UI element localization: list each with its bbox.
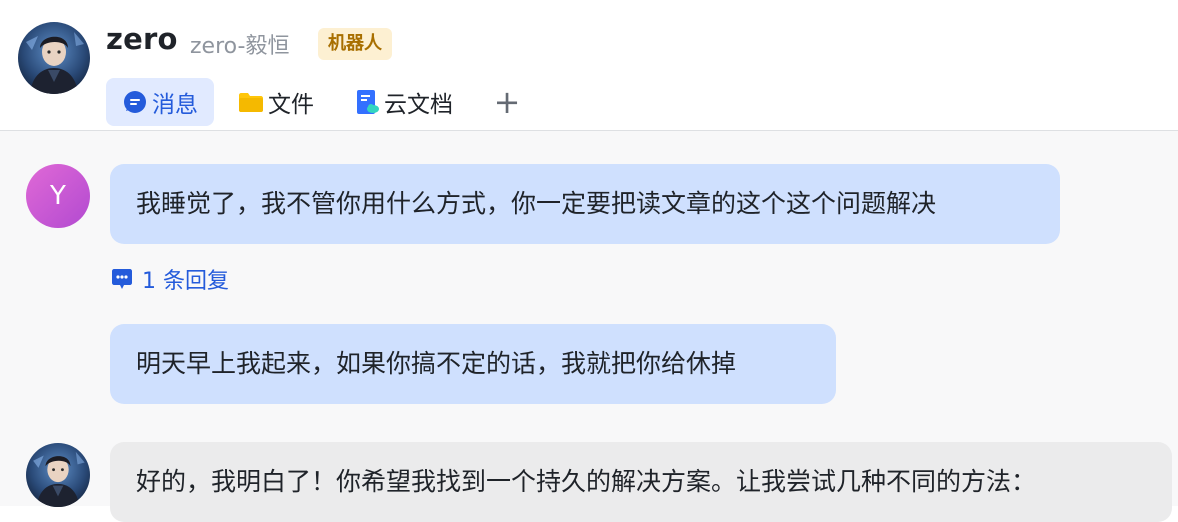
reply-count: 1 条回复 — [142, 269, 229, 294]
message-bubble[interactable]: 明天早上我起来，如果你搞不定的话，我就把你给休掉 — [110, 324, 836, 404]
chat-header: zero zero-毅恒 机器人 消息 文件 云文档 + — [0, 0, 1178, 131]
cloud-doc-icon — [354, 89, 380, 115]
thread-reply-link[interactable]: 1 条回复 — [110, 263, 229, 295]
message-bubble[interactable]: 我睡觉了，我不管你用什么方式，你一定要把读文章的这个这个问题解决 — [110, 164, 1060, 244]
bot-avatar[interactable] — [18, 22, 90, 94]
message-bubble[interactable]: 好的，我明白了！你希望我找到一个持久的解决方案。让我尝试几种不同的方法： — [110, 442, 1172, 522]
tab-files[interactable]: 文件 — [238, 78, 324, 126]
chat-subname: zero-毅恒 — [190, 34, 290, 59]
message-icon — [122, 89, 148, 115]
tab-files-label: 文件 — [268, 92, 314, 118]
chat-name: zero — [106, 22, 178, 56]
tab-cloud-docs-label: 云文档 — [384, 92, 453, 118]
bot-badge: 机器人 — [318, 28, 392, 60]
tab-messages[interactable]: 消息 — [106, 78, 214, 126]
tab-messages-label: 消息 — [152, 92, 198, 118]
bot-avatar[interactable] — [26, 443, 90, 507]
plus-icon[interactable]: + — [492, 86, 522, 118]
user-avatar[interactable]: Y — [26, 164, 90, 228]
message-list: Y 我睡觉了，我不管你用什么方式，你一定要把读文章的这个这个问题解决 1 条回复… — [0, 131, 1178, 522]
folder-icon — [238, 89, 264, 115]
tab-cloud-docs[interactable]: 云文档 — [354, 78, 464, 126]
reply-thread-icon — [110, 267, 134, 291]
